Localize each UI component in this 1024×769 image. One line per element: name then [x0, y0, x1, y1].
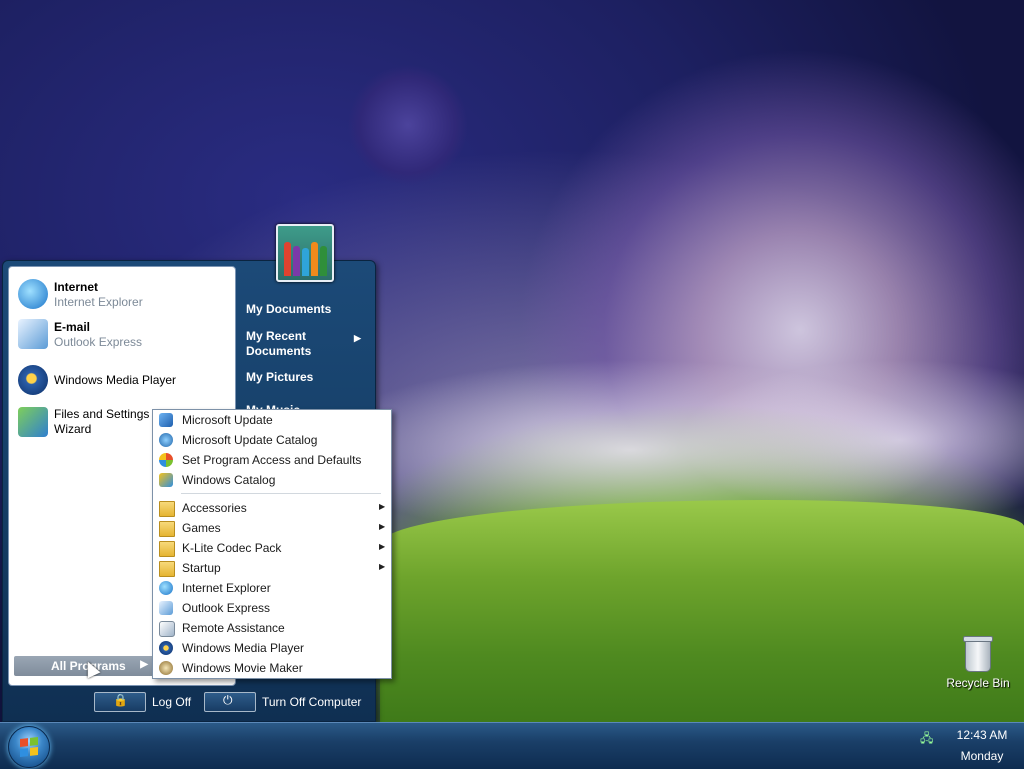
folder-icon [159, 501, 175, 517]
program-windows-movie-maker[interactable]: Windows Movie Maker [153, 658, 391, 678]
pinned-item-title: E-mail [54, 320, 91, 334]
program-label: Games [182, 521, 221, 535]
crayon-orange [311, 242, 318, 276]
internet-explorer-icon [18, 279, 48, 309]
program-label: Accessories [182, 501, 247, 515]
program-label: Internet Explorer [182, 581, 271, 595]
windows-logo-icon [20, 737, 38, 757]
system-tray: 🖧 12:43 AM Monday [912, 723, 1024, 769]
pinned-item-internet[interactable]: Internet Internet Explorer [14, 276, 228, 312]
program-remote-assistance[interactable]: Remote Assistance [153, 618, 391, 638]
windows-catalog-icon [159, 473, 173, 487]
all-programs-menu: Microsoft Update Microsoft Update Catalo… [152, 409, 392, 679]
chevron-right-icon: ▶ [379, 522, 386, 531]
pinned-item-email[interactable]: E-mail Outlook Express [14, 316, 228, 352]
place-my-documents[interactable]: My Documents [246, 302, 366, 316]
place-my-recent-documents[interactable]: My Recent Documents ▶ [246, 329, 361, 359]
turn-off-label[interactable]: Turn Off Computer [262, 695, 361, 709]
place-label: My Documents [246, 302, 332, 316]
clock-time[interactable]: 12:43 AM [946, 728, 1018, 742]
wallpaper-grass [380, 500, 1024, 722]
crayon-green [320, 246, 327, 276]
pinned-item-subtitle: Internet Explorer [54, 295, 143, 309]
transfer-wizard-icon [18, 407, 48, 437]
program-windows-media-player[interactable]: Windows Media Player [153, 638, 391, 658]
folder-icon [159, 541, 175, 557]
recycle-bin-icon [963, 636, 993, 672]
media-player-icon [18, 365, 48, 395]
program-label: Windows Media Player [182, 641, 305, 655]
program-label: Windows Movie Maker [182, 661, 303, 675]
program-folder-startup[interactable]: Startup ▶ [153, 558, 391, 578]
folder-icon [159, 521, 175, 537]
movie-maker-icon [159, 661, 173, 675]
power-icon: ⏻ [223, 693, 233, 707]
program-label: Remote Assistance [182, 621, 285, 635]
program-outlook-express[interactable]: Outlook Express [153, 598, 391, 618]
media-player-icon [159, 641, 173, 655]
crayon-purple [293, 246, 300, 276]
pinned-item-subtitle: Outlook Express [54, 335, 143, 349]
chevron-right-icon: ▶ [354, 333, 361, 343]
outlook-express-icon [18, 319, 48, 349]
program-set-program-access[interactable]: Set Program Access and Defaults [153, 450, 391, 470]
arrow-right-icon: ▶ [140, 659, 148, 670]
recent-item-media-player[interactable]: Windows Media Player [14, 362, 228, 398]
recent-item-label: Windows Media Player [54, 373, 177, 387]
desktop-icon-label: Recycle Bin [946, 676, 1010, 690]
desktop-icon-recycle-bin[interactable]: Recycle Bin [936, 636, 1020, 698]
outlook-express-icon [159, 601, 173, 615]
log-off-button[interactable]: 🔒 [94, 692, 146, 712]
program-microsoft-update-catalog[interactable]: Microsoft Update Catalog [153, 430, 391, 450]
start-menu-footer: 🔒 Log Off ⏻ Turn Off Computer [2, 690, 374, 720]
program-folder-games[interactable]: Games ▶ [153, 518, 391, 538]
place-my-pictures[interactable]: My Pictures [246, 370, 366, 384]
program-label: Startup [182, 561, 221, 575]
pinned-item-title: Internet [54, 280, 99, 294]
chevron-right-icon: ▶ [379, 562, 386, 571]
program-label: Microsoft Update [182, 413, 273, 427]
user-avatar[interactable] [276, 224, 334, 282]
chevron-right-icon: ▶ [379, 502, 386, 511]
crayon-red [284, 242, 291, 276]
remote-assistance-icon [159, 621, 175, 637]
program-access-icon [159, 453, 173, 467]
place-label: My Pictures [246, 370, 314, 384]
network-icon[interactable]: 🖧 [920, 729, 934, 745]
program-label: Set Program Access and Defaults [182, 453, 362, 467]
program-windows-catalog[interactable]: Windows Catalog [153, 470, 391, 490]
program-folder-k-lite[interactable]: K-Lite Codec Pack ▶ [153, 538, 391, 558]
update-icon [159, 413, 173, 427]
taskbar: 🖧 12:43 AM Monday [0, 722, 1024, 769]
chevron-right-icon: ▶ [379, 542, 386, 551]
program-label: K-Lite Codec Pack [182, 541, 282, 555]
program-microsoft-update[interactable]: Microsoft Update [153, 410, 391, 430]
program-label: Windows Catalog [182, 473, 276, 487]
program-internet-explorer[interactable]: Internet Explorer [153, 578, 391, 598]
internet-explorer-icon [159, 581, 173, 595]
program-label: Microsoft Update Catalog [182, 433, 318, 447]
globe-icon [159, 433, 173, 447]
menu-separator [181, 493, 381, 494]
crayon-blue [302, 248, 309, 276]
program-folder-accessories[interactable]: Accessories ▶ [153, 498, 391, 518]
lock-icon: 🔒 [113, 693, 128, 707]
program-label: Outlook Express [182, 601, 271, 615]
turn-off-button[interactable]: ⏻ [204, 692, 256, 712]
log-off-label[interactable]: Log Off [152, 695, 191, 709]
folder-icon [159, 561, 175, 577]
start-button[interactable] [8, 726, 50, 768]
clock-day[interactable]: Monday [946, 749, 1018, 763]
place-label: My Recent Documents [246, 329, 312, 358]
